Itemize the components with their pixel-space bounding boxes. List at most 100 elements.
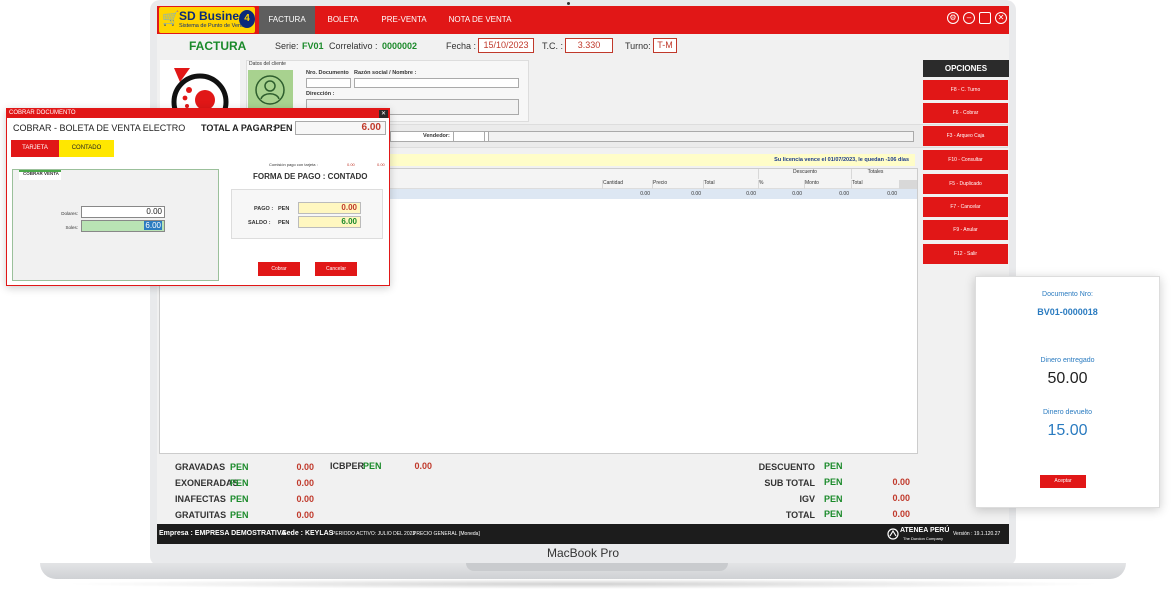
tab-nota-de-venta[interactable]: NOTA DE VENTA	[445, 6, 515, 34]
comision-value-2: 0.00	[377, 162, 385, 167]
nro-documento-label: Nro. Documento	[306, 70, 349, 76]
cancelar-option-button[interactable]: F7 - Cancelar	[923, 197, 1008, 217]
tab-pre-venta[interactable]: PRE-VENTA	[377, 6, 431, 34]
dinero-entregado-label: Dinero entregado	[1040, 357, 1095, 364]
opciones-header: OPCIONES	[923, 60, 1009, 77]
maximize-icon[interactable]	[979, 12, 991, 24]
anular-button[interactable]: F9 - Anular	[923, 220, 1008, 240]
tab-boleta[interactable]: BOLETA	[317, 6, 369, 34]
turno-field[interactable]: T-M	[653, 38, 677, 53]
tab-tarjeta[interactable]: TARJETA	[11, 140, 59, 157]
serie-value: FV01	[302, 41, 324, 51]
vendedor-code-input[interactable]	[453, 131, 485, 142]
fecha-field[interactable]: 15/10/2023	[478, 38, 534, 53]
receipt-card: Documento Nro: BV01-0000018 Dinero entre…	[975, 276, 1160, 508]
col-total: Total	[703, 180, 758, 189]
datos-cliente-label: Datos del cliente	[249, 61, 286, 67]
col-totales-total: Total	[851, 180, 899, 189]
col-descuento-monto: Monto	[804, 180, 851, 189]
moneda-text: [Moneda]	[459, 531, 480, 537]
close-icon[interactable]: ✕	[995, 12, 1007, 24]
cobrar-button[interactable]: Cobrar	[258, 262, 300, 276]
tc-field[interactable]: 3.330	[565, 38, 613, 53]
documento-number: BV01-0000018	[1037, 307, 1098, 317]
cell-descuento-pct: 0.00	[792, 191, 802, 197]
brand-subtitle: The Durcion Company	[903, 536, 944, 541]
laptop-shadow	[60, 579, 1106, 589]
gratuitas-label: GRATUITAS	[175, 510, 227, 520]
version-text: Versión : 19.1.120.27	[953, 531, 1001, 537]
arqueo-caja-button[interactable]: F3 - Arqueo Caja	[923, 126, 1008, 146]
igv-value: 0.00	[892, 493, 910, 503]
descuento-currency: PEN	[824, 461, 843, 471]
logo-badge: 4	[239, 10, 255, 28]
dinero-entregado-value: 50.00	[1047, 370, 1088, 387]
empresa-text: Empresa : EMPRESA DEMOSTRATIVA	[159, 530, 287, 537]
icbper-value: 0.00	[414, 461, 432, 471]
soles-input[interactable]: 6.00	[81, 220, 165, 232]
comision-label: Comisión pago con tarjeta :	[269, 162, 318, 167]
total-pagar-value: 6.00	[295, 121, 386, 135]
pago-input[interactable]: 0.00	[298, 202, 361, 214]
nro-documento-input[interactable]	[306, 78, 351, 88]
subtotal-label: SUB TOTAL	[764, 478, 815, 488]
col-cantidad: Cantidad	[602, 180, 652, 189]
brand-text: ATENEA PERÚ	[900, 527, 950, 534]
tab-contado[interactable]: CONTADO	[59, 140, 114, 157]
correlativo-label: Correlativo :	[329, 41, 378, 51]
status-bar: Empresa : EMPRESA DEMOSTRATIVA Sede : KE…	[157, 524, 1009, 544]
dinero-devuelto-value: 15.00	[1047, 422, 1088, 439]
total-value: 0.00	[892, 509, 910, 519]
cell-descuento-monto: 0.00	[839, 191, 849, 197]
gratuitas-value: 0.00	[296, 510, 314, 520]
gear-icon[interactable]: ⚙	[947, 12, 959, 24]
exoneradas-label: EXONERADAS	[175, 478, 239, 488]
cell-precio: 0.00	[691, 191, 701, 197]
razon-social-input[interactable]	[354, 78, 519, 88]
vendedor-row: Vendedor:	[312, 124, 1008, 148]
col-precio: Precio	[652, 180, 703, 189]
dialog-close-icon[interactable]: ✕	[379, 110, 388, 118]
soles-label: Soles:	[65, 225, 78, 230]
inafectas-value: 0.00	[296, 494, 314, 504]
app-logo: 🛒 SD Business Sistema de Punto de Venta …	[159, 7, 255, 33]
salir-button[interactable]: F12 - Salir	[923, 244, 1008, 264]
dolares-input[interactable]: 0.00	[81, 206, 165, 218]
total-pagar-currency: PEN	[274, 123, 293, 133]
cobrar-venta-label: COBRAR VENTA	[23, 171, 59, 176]
documento-label: Documento Nro:	[1042, 291, 1093, 298]
gravadas-currency: PEN	[230, 462, 249, 472]
camera-dot	[567, 2, 570, 5]
tab-factura[interactable]: FACTURA	[259, 6, 315, 34]
top-bar: 🛒 SD Business Sistema de Punto de Venta …	[157, 6, 1009, 34]
totales-group-header: Totales	[851, 169, 899, 179]
icbper-currency: PEN	[363, 461, 382, 471]
inafectas-label: INAFECTAS	[175, 494, 226, 504]
forma-pago-panel: PAGO : PEN 0.00 SALDO : PEN 6.00	[231, 189, 383, 239]
duplicado-button[interactable]: F5 - Duplicado	[923, 174, 1008, 194]
direccion-label: Dirección :	[306, 91, 335, 97]
exoneradas-value: 0.00	[296, 478, 314, 488]
precio-text: PRECIO GENERAL	[413, 531, 458, 537]
vendedor-label: Vendedor:	[423, 133, 450, 139]
descuento-group-header: Descuento	[758, 169, 851, 179]
minimize-icon[interactable]: –	[963, 12, 975, 24]
gravadas-label: GRAVADAS	[175, 462, 226, 472]
dialog-heading: COBRAR - BOLETA DE VENTA ELECTRO	[13, 123, 186, 133]
consultar-button[interactable]: F10 - Consultar	[923, 150, 1008, 170]
gravadas-value: 0.00	[296, 462, 314, 472]
turno-label: Turno:	[625, 41, 651, 51]
cancelar-button[interactable]: Cancelar	[315, 262, 357, 276]
cobrar-venta-panel: COBRAR VENTA Dolares: 0.00 Soles: 6.00	[12, 169, 219, 281]
vendedor-name-input[interactable]	[488, 131, 914, 142]
cobrar-option-button[interactable]: F6 - Cobrar	[923, 103, 1008, 123]
turno-button[interactable]: F8 - C. Turno	[923, 80, 1008, 100]
tc-label: T.C. :	[542, 41, 564, 51]
cell-totales-total: 0.00	[887, 191, 897, 197]
saldo-currency: PEN	[278, 220, 290, 226]
exoneradas-currency: PEN	[230, 478, 249, 488]
correlativo-value: 0000002	[382, 41, 418, 51]
atenea-logo-icon	[887, 528, 899, 540]
cart-icon: 🛒	[162, 10, 180, 26]
aceptar-button[interactable]: Aceptar	[1040, 475, 1086, 488]
